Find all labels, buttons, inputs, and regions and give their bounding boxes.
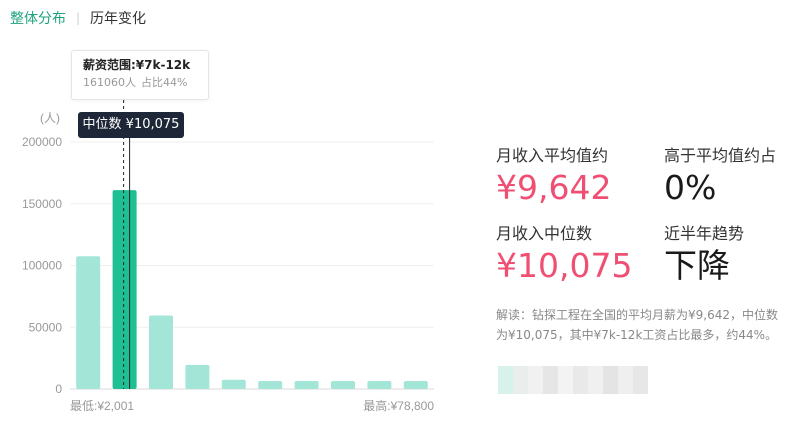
bar bbox=[331, 380, 355, 389]
trend-label: 近半年趋势 bbox=[664, 224, 745, 243]
interpretation-note: 解读：钻探工程在全国的平均月薪为¥9,642，中位数为¥10,075，其中¥7k… bbox=[496, 308, 778, 342]
tooltip-title: 薪资范围:¥7k-12k bbox=[83, 58, 191, 72]
stat-trend: 近半年趋势 下降 bbox=[664, 224, 744, 286]
y-tick-label: 0 bbox=[55, 382, 62, 396]
stat-above-average: 高于平均值约占 0% bbox=[664, 146, 776, 208]
bar bbox=[221, 379, 246, 389]
tooltip-count: 161060人 bbox=[83, 76, 136, 89]
chart-tooltip: 薪资范围:¥7k-12k 161060人 占比44% bbox=[71, 50, 209, 100]
stat-average: 月收入平均值约 ¥9,642 bbox=[496, 146, 611, 208]
trend-value: 下降 bbox=[664, 246, 730, 285]
average-value: ¥9,642 bbox=[496, 168, 612, 207]
x-min-label: 最低:¥2,001 bbox=[70, 399, 134, 413]
bar bbox=[367, 380, 392, 389]
y-tick-label: 50000 bbox=[29, 320, 63, 334]
tooltip-share: 占比44% bbox=[141, 76, 188, 89]
median-marker-label: 中位数 ¥10,075 bbox=[78, 112, 184, 138]
bar bbox=[294, 380, 319, 389]
average-label: 月收入平均值约 bbox=[496, 146, 609, 165]
bar bbox=[185, 364, 210, 389]
bar bbox=[112, 190, 137, 389]
x-max-label: 最高:¥78,800 bbox=[363, 398, 434, 413]
y-tick-label: 150000 bbox=[22, 197, 62, 211]
bar bbox=[403, 380, 428, 389]
y-tick-label: 200000 bbox=[22, 135, 62, 149]
y-tick-label: 100000 bbox=[22, 259, 62, 273]
above-average-value: 0% bbox=[664, 168, 717, 207]
median-value: ¥10,075 bbox=[496, 246, 633, 285]
median-label: 月收入中位数 bbox=[496, 224, 593, 243]
y-axis-label: (人) bbox=[40, 111, 60, 125]
above-average-label: 高于平均值约占 bbox=[664, 146, 777, 165]
stat-median: 月收入中位数 ¥10,075 bbox=[496, 224, 632, 286]
bar bbox=[258, 380, 283, 389]
bar bbox=[76, 256, 101, 389]
blurred-content bbox=[498, 366, 648, 394]
bar bbox=[149, 315, 173, 389]
